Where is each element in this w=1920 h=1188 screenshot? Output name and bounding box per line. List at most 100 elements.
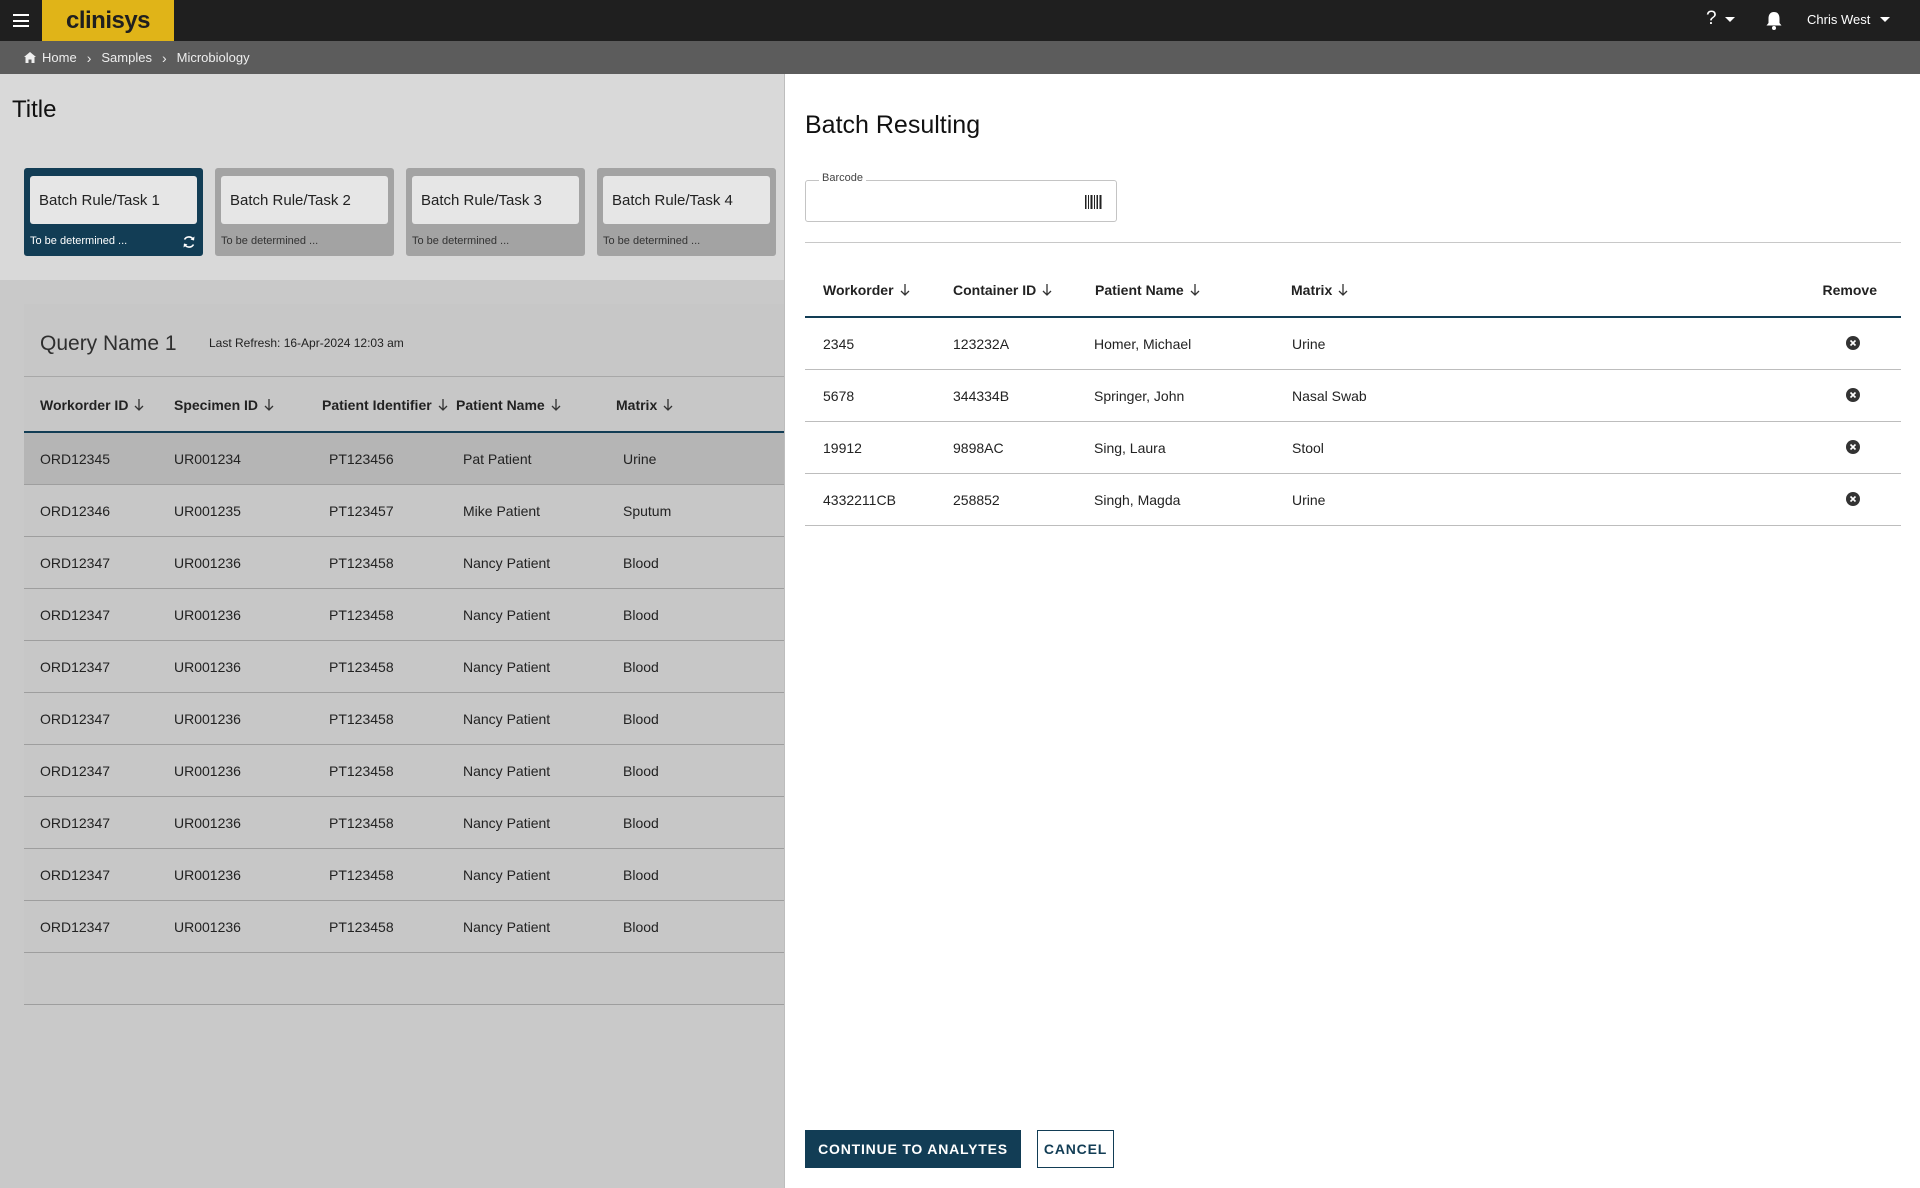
batch-table: Workorder Container ID Patient Name Matr… <box>805 262 1901 526</box>
cancel-button[interactable]: CANCEL <box>1037 1130 1114 1168</box>
task-card-3[interactable]: Batch Rule/Task 3 To be determined ... <box>406 168 585 256</box>
column-header-workorder-id[interactable]: Workorder ID <box>40 397 144 413</box>
column-header-matrix[interactable]: Matrix <box>1291 282 1348 298</box>
cell-workorder-id: ORD12347 <box>40 919 111 935</box>
cell-patient-name: Nancy Patient <box>463 711 551 727</box>
table-row[interactable]: ORD12346 UR001235 PT123457 Mike Patient … <box>24 485 784 537</box>
column-header-workorder[interactable]: Workorder <box>823 282 910 298</box>
cell-matrix: Urine <box>1292 492 1326 508</box>
cell-matrix: Urine <box>623 451 657 467</box>
drawer-title: Batch Resulting <box>805 111 981 139</box>
breadcrumb-microbiology[interactable]: Microbiology <box>177 50 250 65</box>
cell-patient-name: Nancy Patient <box>463 555 551 571</box>
barcode-icon[interactable] <box>1085 195 1102 209</box>
cell-patient-identifier: PT123458 <box>329 919 394 935</box>
remove-icon[interactable] <box>1845 335 1861 351</box>
breadcrumb-samples[interactable]: Samples <box>101 50 152 65</box>
table-row[interactable]: ORD12347 UR001236 PT123458 Nancy Patient… <box>24 901 784 953</box>
page-title: Title <box>12 96 57 123</box>
task-card-status: To be determined ... <box>412 235 510 247</box>
table-row[interactable]: ORD12347 UR001236 PT123458 Nancy Patient… <box>24 589 784 641</box>
breadcrumb-home[interactable]: Home <box>42 50 77 65</box>
arrow-down-icon <box>438 399 448 411</box>
remove-icon[interactable] <box>1845 387 1861 403</box>
cell-workorder-id: ORD12345 <box>40 451 111 467</box>
column-header-matrix[interactable]: Matrix <box>616 397 673 413</box>
cell-matrix: Urine <box>1292 336 1326 352</box>
table-row[interactable]: ORD12345 UR001234 PT123456 Pat Patient U… <box>24 433 784 485</box>
breadcrumb: Home › Samples › Microbiology <box>0 41 1920 74</box>
barcode-label: Barcode <box>819 172 866 184</box>
task-card-label: Batch Rule/Task 3 <box>412 176 579 224</box>
table-row[interactable]: ORD12347 UR001236 PT123458 Nancy Patient… <box>24 537 784 589</box>
table-row[interactable]: ORD12347 UR001236 PT123458 Nancy Patient… <box>24 849 784 901</box>
task-card-label: Batch Rule/Task 1 <box>30 176 197 224</box>
cell-patient-name: Nancy Patient <box>463 607 551 623</box>
remove-icon[interactable] <box>1845 439 1861 455</box>
task-card-label: Batch Rule/Task 2 <box>221 176 388 224</box>
cell-patient-identifier: PT123457 <box>329 503 394 519</box>
cell-patient-identifier: PT123458 <box>329 555 394 571</box>
cell-patient-name: Nancy Patient <box>463 867 551 883</box>
cell-patient-identifier: PT123458 <box>329 867 394 883</box>
remove-icon[interactable] <box>1845 491 1861 507</box>
task-card-2[interactable]: Batch Rule/Task 2 To be determined ... <box>215 168 394 256</box>
query-table: Workorder ID Specimen ID Patient Identif… <box>24 376 784 1005</box>
cell-specimen-id: UR001236 <box>174 659 241 675</box>
table-row[interactable]: ORD12347 UR001236 PT123458 Nancy Patient… <box>24 693 784 745</box>
cell-patient-identifier: PT123456 <box>329 451 394 467</box>
home-icon <box>24 52 36 63</box>
cell-workorder: 5678 <box>823 388 855 404</box>
column-header-patient-name[interactable]: Patient Name <box>1095 282 1200 298</box>
cell-patient-name: Nancy Patient <box>463 763 551 779</box>
help-menu[interactable]: ? <box>1706 8 1735 30</box>
table-row[interactable]: ORD12347 UR001236 PT123458 Nancy Patient… <box>24 745 784 797</box>
notification-bell-icon[interactable] <box>1765 11 1783 31</box>
arrow-down-icon <box>1042 284 1052 296</box>
chevron-down-icon <box>1880 17 1891 22</box>
column-header-patient-identifier[interactable]: Patient Identifier <box>322 397 448 413</box>
user-menu[interactable]: Chris West <box>1807 12 1891 27</box>
cell-patient-identifier: PT123458 <box>329 711 394 727</box>
task-card-1[interactable]: Batch Rule/Task 1 To be determined ... <box>24 168 203 256</box>
column-header-container-id[interactable]: Container ID <box>953 282 1052 298</box>
cell-patient-identifier: PT123458 <box>329 763 394 779</box>
refresh-icon[interactable] <box>182 235 196 249</box>
table-row: 2345 123232A Homer, Michael Urine <box>805 318 1901 370</box>
column-header-patient-name[interactable]: Patient Name <box>456 397 561 413</box>
arrow-down-icon <box>1190 284 1200 296</box>
chevron-right-icon: › <box>86 49 92 66</box>
cell-patient-name: Springer, John <box>1094 388 1185 404</box>
arrow-down-icon <box>1338 284 1348 296</box>
continue-to-analytes-button[interactable]: CONTINUE TO ANALYTES <box>805 1130 1021 1168</box>
table-header: Workorder Container ID Patient Name Matr… <box>805 262 1901 318</box>
cell-patient-identifier: PT123458 <box>329 815 394 831</box>
cell-workorder: 19912 <box>823 440 862 456</box>
top-bar: clinisys ? Chris West <box>0 0 1920 41</box>
cell-container-id: 344334B <box>953 388 1010 404</box>
cell-specimen-id: UR001236 <box>174 867 241 883</box>
cell-specimen-id: UR001236 <box>174 919 241 935</box>
arrow-down-icon <box>264 399 274 411</box>
task-card-4[interactable]: Batch Rule/Task 4 To be determined ... <box>597 168 776 256</box>
table-row[interactable]: ORD12347 UR001236 PT123458 Nancy Patient… <box>24 797 784 849</box>
table-footer <box>24 953 784 1005</box>
help-icon: ? <box>1706 8 1717 29</box>
barcode-field[interactable]: Barcode <box>805 172 1117 222</box>
cell-patient-name: Pat Patient <box>463 451 532 467</box>
cell-patient-name: Homer, Michael <box>1094 336 1192 352</box>
cell-matrix: Nasal Swab <box>1292 388 1367 404</box>
hamburger-icon <box>13 14 29 27</box>
table-row[interactable]: ORD12347 UR001236 PT123458 Nancy Patient… <box>24 641 784 693</box>
cell-container-id: 9898AC <box>953 440 1004 456</box>
column-header-specimen-id[interactable]: Specimen ID <box>174 397 274 413</box>
cell-workorder-id: ORD12347 <box>40 607 111 623</box>
menu-button[interactable] <box>0 0 42 41</box>
barcode-input[interactable] <box>816 190 1066 212</box>
table-row: 5678 344334B Springer, John Nasal Swab <box>805 370 1901 422</box>
cell-specimen-id: UR001236 <box>174 711 241 727</box>
chevron-down-icon <box>1724 16 1735 22</box>
cell-workorder-id: ORD12347 <box>40 815 111 831</box>
arrow-down-icon <box>663 399 673 411</box>
logo[interactable]: clinisys <box>42 0 174 41</box>
